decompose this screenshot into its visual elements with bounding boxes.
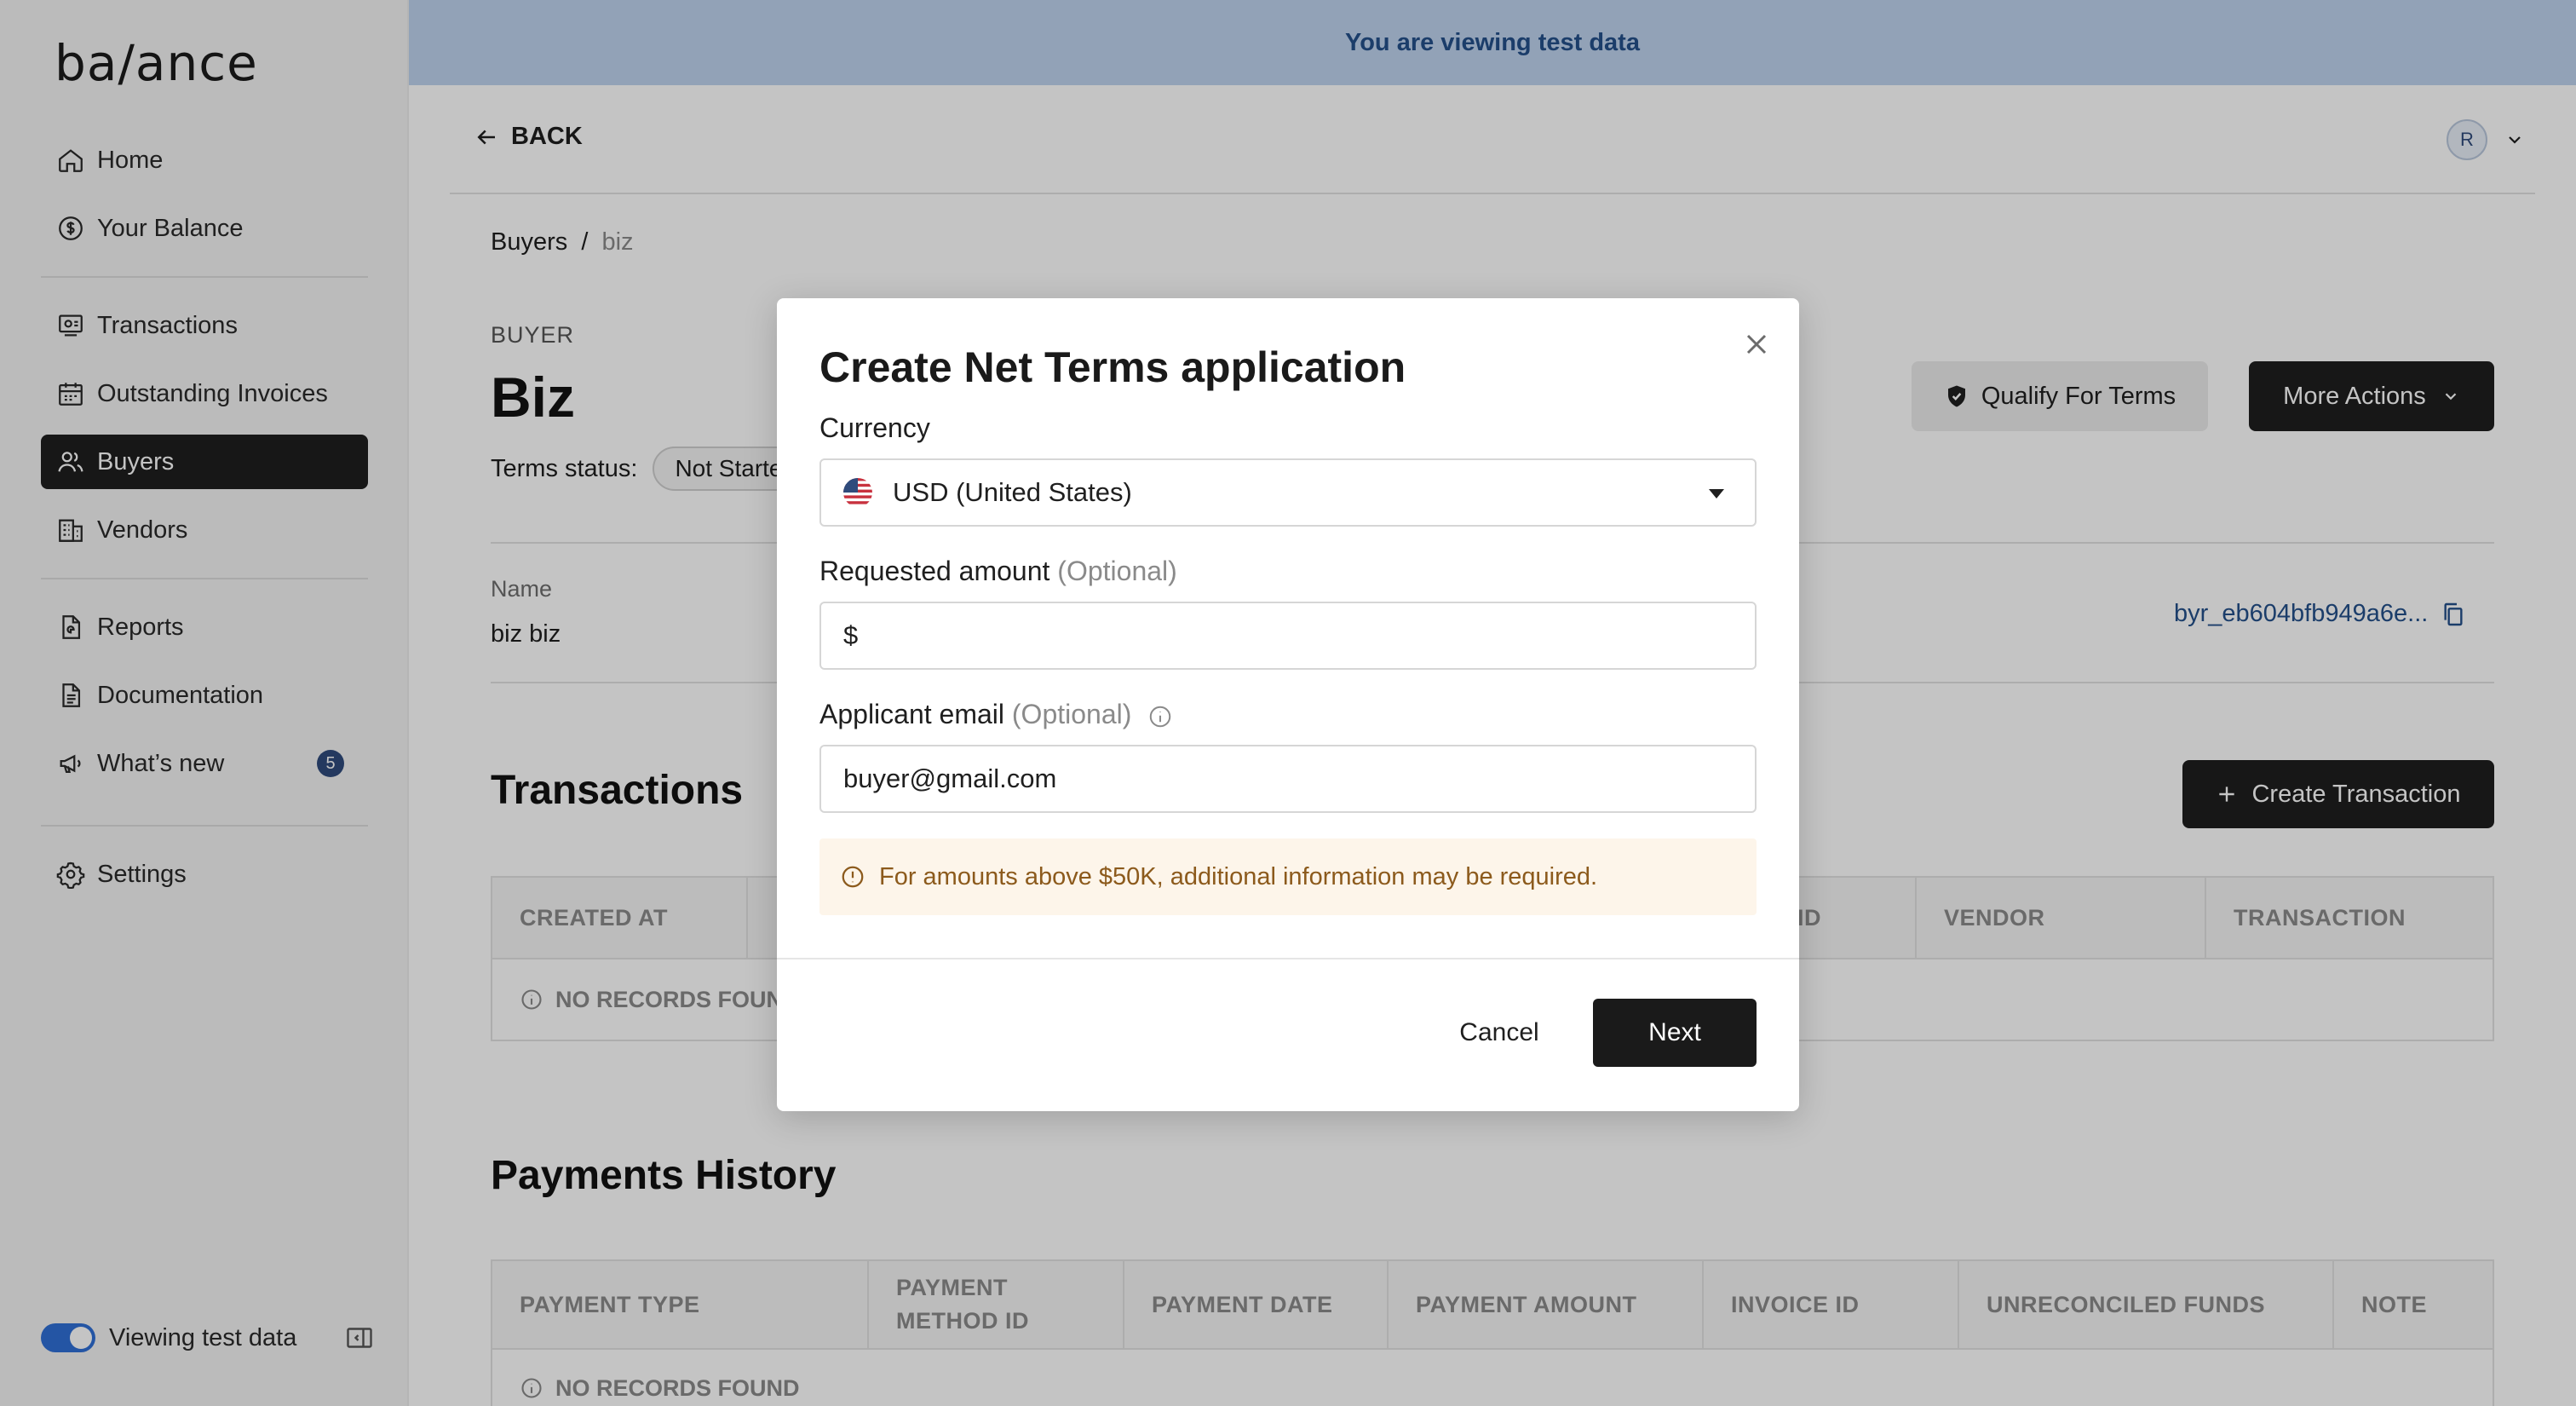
amount-notice: For amounts above $50K, additional infor… — [819, 838, 1757, 915]
currency-label: Currency — [819, 412, 930, 443]
next-button[interactable]: Next — [1593, 999, 1757, 1067]
caret-down-icon — [1709, 489, 1724, 498]
applicant-email-input[interactable]: buyer@gmail.com — [819, 745, 1757, 813]
optional-hint: (Optional) — [1011, 699, 1132, 729]
modal-divider — [777, 958, 1799, 959]
info-icon[interactable] — [1147, 704, 1173, 729]
applicant-email-value: buyer@gmail.com — [843, 764, 1057, 793]
create-net-terms-modal: Create Net Terms application Currency US… — [777, 298, 1799, 1111]
applicant-email-label-text: Applicant email — [819, 699, 1004, 729]
us-flag-icon — [843, 478, 872, 507]
modal-title: Create Net Terms application — [819, 343, 1406, 391]
requested-amount-input[interactable]: $ — [819, 602, 1757, 670]
currency-prefix: $ — [843, 620, 859, 650]
currency-value: USD (United States) — [893, 477, 1132, 507]
info-icon — [842, 866, 864, 888]
optional-hint: (Optional) — [1057, 556, 1177, 586]
currency-select[interactable]: USD (United States) — [819, 458, 1757, 527]
requested-amount-label-text: Requested amount — [819, 556, 1050, 586]
applicant-email-label: Applicant email (Optional) — [819, 699, 1173, 730]
requested-amount-label: Requested amount (Optional) — [819, 556, 1177, 587]
cancel-button[interactable]: Cancel — [1424, 999, 1574, 1067]
notice-text: For amounts above $50K, additional infor… — [879, 862, 1598, 890]
close-icon[interactable] — [1739, 327, 1774, 361]
